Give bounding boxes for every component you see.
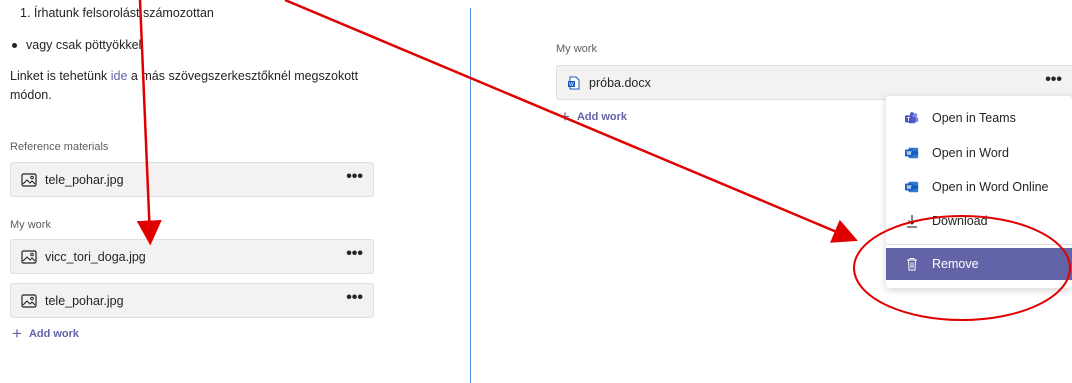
annotation-circle xyxy=(853,215,1071,321)
annotation-arrow xyxy=(136,0,162,246)
annotation-arrow xyxy=(284,0,858,243)
annotation-overlay xyxy=(136,0,1071,321)
